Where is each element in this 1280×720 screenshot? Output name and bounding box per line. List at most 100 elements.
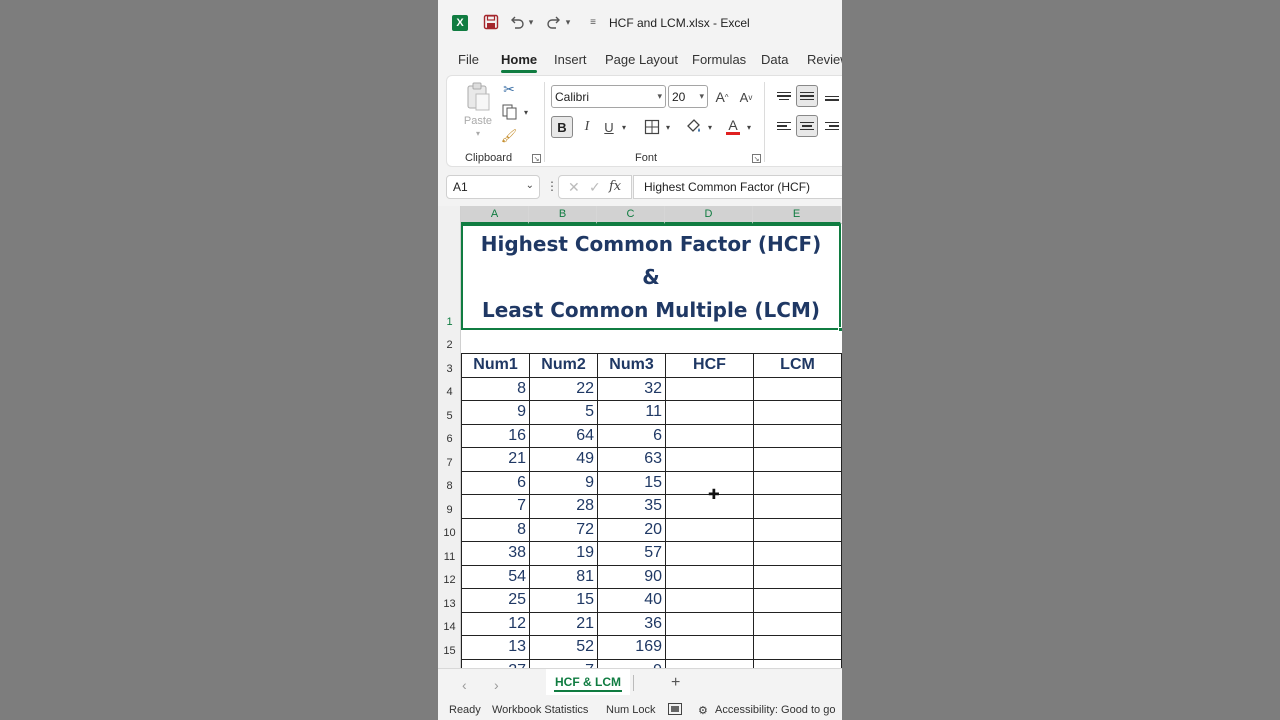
column-header-c[interactable]: C [597, 206, 665, 224]
save-icon[interactable] [482, 13, 500, 31]
table-cell[interactable]: 16 [461, 423, 530, 448]
row-header-16[interactable]: 16 [438, 659, 461, 669]
table-cell[interactable]: 9 [529, 470, 598, 495]
table-cell[interactable]: 7 [529, 658, 598, 668]
table-cell[interactable] [665, 635, 754, 660]
table-cell[interactable]: 27 [461, 658, 530, 668]
insert-function-icon[interactable]: fx [609, 179, 621, 194]
header-num2[interactable]: Num2 [529, 353, 598, 378]
column-header-d[interactable]: D [665, 206, 753, 224]
table-cell[interactable]: 19 [529, 541, 598, 566]
row-header-9[interactable]: 9 [438, 494, 461, 518]
align-center-icon[interactable] [796, 115, 818, 137]
row-header-5[interactable]: 5 [438, 400, 461, 424]
table-cell[interactable] [753, 376, 842, 401]
header-lcm[interactable]: LCM [753, 353, 842, 378]
align-top-icon[interactable] [773, 85, 795, 107]
align-left-icon[interactable] [773, 115, 795, 137]
tab-review[interactable]: Review [807, 52, 842, 67]
row-header-8[interactable]: 8 [438, 471, 461, 495]
table-cell[interactable] [753, 541, 842, 566]
table-cell[interactable]: 21 [461, 447, 530, 472]
add-sheet-button[interactable]: + [671, 674, 680, 692]
font-name-select[interactable]: Calibri ▾ [551, 85, 666, 108]
column-header-a[interactable]: A [461, 206, 529, 224]
table-cell[interactable] [665, 376, 754, 401]
macro-record-icon[interactable] [668, 703, 682, 718]
table-cell[interactable]: 7 [461, 494, 530, 519]
table-cell[interactable] [665, 658, 754, 668]
font-color-icon[interactable]: A [725, 116, 741, 136]
table-cell[interactable] [753, 517, 842, 542]
table-cell[interactable]: 52 [529, 635, 598, 660]
header-num3[interactable]: Num3 [597, 353, 666, 378]
table-cell[interactable]: 15 [529, 588, 598, 613]
column-header-e[interactable]: E [753, 206, 841, 224]
table-cell[interactable] [753, 588, 842, 613]
bold-button[interactable]: B [551, 116, 573, 138]
select-all-corner[interactable] [438, 206, 461, 224]
paste-dropdown-icon[interactable]: ▾ [473, 128, 483, 138]
enter-icon[interactable]: ✓ [589, 179, 601, 196]
table-cell[interactable]: 25 [461, 588, 530, 613]
font-size-select[interactable]: 20 ▾ [668, 85, 708, 108]
table-cell[interactable] [753, 564, 842, 589]
undo-icon[interactable] [508, 13, 526, 31]
shrink-font-icon[interactable]: Av [737, 88, 755, 106]
table-cell[interactable]: 49 [529, 447, 598, 472]
table-cell[interactable] [665, 564, 754, 589]
table-cell[interactable]: 11 [597, 400, 666, 425]
borders-icon[interactable] [643, 118, 661, 136]
table-cell[interactable]: 6 [461, 470, 530, 495]
header-hcf[interactable]: HCF [665, 353, 754, 378]
align-bottom-icon[interactable] [821, 87, 842, 109]
table-cell[interactable] [665, 611, 754, 636]
row-header-3[interactable]: 3 [438, 353, 461, 377]
formula-input[interactable]: Highest Common Factor (HCF) [633, 175, 842, 199]
row-header-13[interactable]: 13 [438, 588, 461, 612]
font-color-dropdown-icon[interactable]: ▾ [744, 121, 754, 133]
table-cell[interactable] [665, 588, 754, 613]
accessibility-status[interactable]: Accessibility: Good to go [715, 704, 835, 716]
previous-sheet-icon[interactable]: ‹ [462, 677, 467, 693]
row-header-2[interactable]: 2 [438, 330, 461, 353]
fill-color-dropdown-icon[interactable]: ▾ [705, 121, 715, 133]
customize-toolbar-icon[interactable]: ≡ [584, 13, 602, 31]
accessibility-icon[interactable]: ⚙ [698, 704, 708, 717]
table-cell[interactable] [753, 635, 842, 660]
fill-color-icon[interactable] [685, 117, 703, 137]
name-box[interactable]: A1 ⌄ [446, 175, 540, 199]
table-cell[interactable] [665, 400, 754, 425]
table-cell[interactable]: 35 [597, 494, 666, 519]
table-cell[interactable]: 8 [461, 376, 530, 401]
table-cell[interactable]: 28 [529, 494, 598, 519]
column-header-b[interactable]: B [529, 206, 597, 224]
copy-dropdown-icon[interactable]: ▾ [521, 107, 531, 117]
italic-button[interactable]: I [579, 118, 595, 136]
cut-icon[interactable]: ✂ [501, 81, 517, 97]
format-painter-icon[interactable]: 🖌 [501, 128, 518, 144]
table-cell[interactable]: 36 [597, 611, 666, 636]
table-cell[interactable] [665, 423, 754, 448]
table-cell[interactable]: 21 [529, 611, 598, 636]
table-cell[interactable]: 20 [597, 517, 666, 542]
table-cell[interactable]: 15 [597, 470, 666, 495]
table-cell[interactable] [753, 494, 842, 519]
table-cell[interactable]: 169 [597, 635, 666, 660]
table-cell[interactable]: 81 [529, 564, 598, 589]
workbook-statistics[interactable]: Workbook Statistics [492, 704, 588, 716]
tab-home[interactable]: Home [501, 52, 538, 73]
table-cell[interactable] [753, 447, 842, 472]
table-cell[interactable]: 63 [597, 447, 666, 472]
row-header-15[interactable]: 15 [438, 635, 461, 659]
table-cell[interactable]: 57 [597, 541, 666, 566]
paste-label[interactable]: Paste [463, 114, 493, 128]
cancel-icon[interactable]: ✕ [568, 179, 580, 196]
table-cell[interactable]: 32 [597, 376, 666, 401]
tab-formulas[interactable]: Formulas [692, 52, 746, 67]
row-header-6[interactable]: 6 [438, 424, 461, 448]
row-header-1[interactable]: 1 [438, 224, 461, 330]
table-cell[interactable]: 40 [597, 588, 666, 613]
table-cell[interactable] [665, 541, 754, 566]
underline-button[interactable]: U [601, 118, 617, 136]
